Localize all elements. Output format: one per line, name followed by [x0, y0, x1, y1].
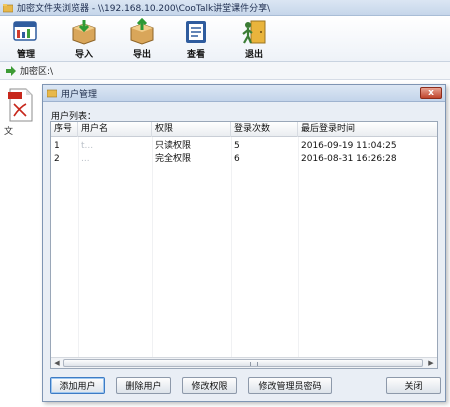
column-divider	[298, 137, 299, 357]
export-label: 导出	[132, 50, 151, 60]
column-header-last-login[interactable]: 最后登录时间	[298, 122, 437, 137]
dialog-title: 用户管理	[61, 89, 98, 100]
exit-button[interactable]: 退出	[234, 18, 274, 60]
row-permission: 完全权限	[155, 154, 192, 164]
address-path: 加密区:\	[20, 67, 54, 77]
toolbar: 管理 导入 导出 查看 退出	[0, 16, 450, 62]
pdf-file-icon	[8, 88, 33, 122]
horizontal-scrollbar[interactable]: ◀ ▶	[51, 357, 437, 368]
export-icon	[130, 18, 154, 45]
delete-user-button[interactable]: 删除用户	[116, 377, 171, 394]
scroll-right-icon[interactable]: ▶	[426, 359, 436, 368]
close-button[interactable]: 关闭	[386, 377, 441, 394]
close-icon[interactable]: x	[420, 87, 442, 99]
row-permission: 只读权限	[155, 141, 192, 151]
green-arrow-icon	[6, 65, 16, 76]
row-username: ...	[81, 154, 90, 164]
add-user-button[interactable]: 添加用户	[50, 377, 105, 394]
row-login-count: 6	[234, 154, 240, 164]
window-title-bar: 加密文件夹浏览器 - \\192.168.10.200\CooTalk讲堂课件分…	[0, 0, 450, 16]
window-title: 加密文件夹浏览器 - \\192.168.10.200\CooTalk讲堂课件分…	[17, 4, 271, 14]
row-index: 2	[54, 154, 60, 164]
file-item[interactable]	[8, 88, 38, 125]
row-index: 1	[54, 141, 60, 151]
table-row[interactable]: 1 t... 只读权限 5 2016-09-19 11:04:25	[51, 140, 437, 152]
view-icon	[186, 21, 206, 43]
user-table: 序号 用户名 权限 登录次数 最后登录时间 1 t... 只读权限 5 2016…	[50, 121, 438, 369]
row-login-count: 5	[234, 141, 240, 151]
user-management-dialog: 用户管理 x 用户列表： 序号 用户名 权限 登录次数 最后登录时间 1 t..…	[42, 84, 446, 402]
scroll-left-icon[interactable]: ◀	[52, 359, 62, 368]
scrollbar-grip-icon	[250, 362, 258, 366]
row-username: t...	[81, 141, 94, 151]
column-header-username[interactable]: 用户名	[78, 122, 152, 137]
view-button[interactable]: 查看	[176, 18, 216, 60]
manage-label: 管理	[16, 50, 35, 60]
dialog-app-icon	[47, 89, 57, 98]
manage-button[interactable]: 管理	[6, 18, 46, 60]
modify-permission-button[interactable]: 修改权限	[182, 377, 237, 394]
app-folder-icon	[3, 3, 13, 12]
import-icon	[72, 20, 96, 45]
column-divider	[231, 137, 232, 357]
table-row[interactable]: 2 ... 完全权限 6 2016-08-31 16:26:28	[51, 153, 437, 165]
exit-icon	[242, 20, 266, 44]
scrollbar-thumb[interactable]	[63, 359, 423, 367]
export-button[interactable]: 导出	[122, 18, 162, 60]
exit-label: 退出	[244, 50, 263, 60]
column-header-login-count[interactable]: 登录次数	[231, 122, 298, 137]
row-last-login: 2016-08-31 16:26:28	[301, 154, 397, 164]
table-header: 序号 用户名 权限 登录次数 最后登录时间	[51, 122, 437, 137]
file-label: 文	[4, 127, 14, 137]
import-button[interactable]: 导入	[64, 18, 104, 60]
dialog-title-bar: 用户管理	[43, 85, 445, 102]
manage-icon	[13, 21, 37, 41]
column-header-index[interactable]: 序号	[51, 122, 78, 137]
column-divider	[78, 137, 79, 357]
column-divider	[152, 137, 153, 357]
modify-admin-password-button[interactable]: 修改管理员密码	[248, 377, 332, 394]
address-bar[interactable]: 加密区:\	[0, 62, 450, 80]
column-header-permission[interactable]: 权限	[152, 122, 231, 137]
view-label: 查看	[186, 50, 205, 60]
import-label: 导入	[74, 50, 93, 60]
row-last-login: 2016-09-19 11:04:25	[301, 141, 397, 151]
